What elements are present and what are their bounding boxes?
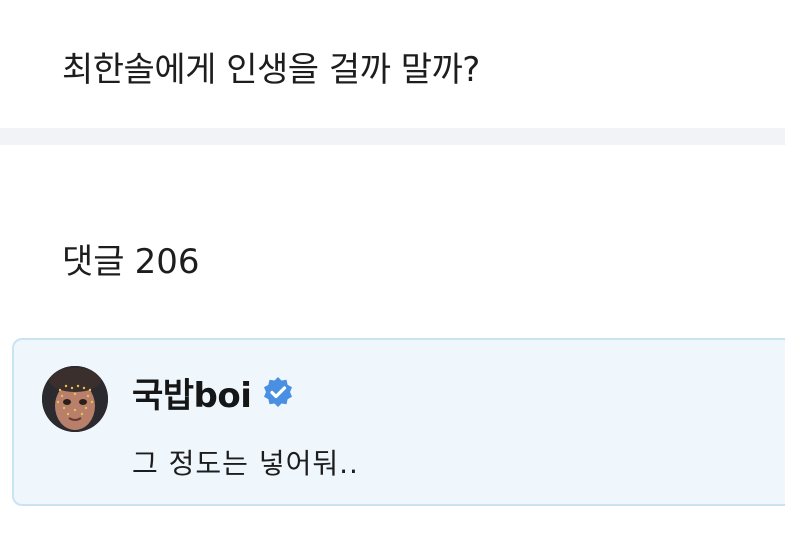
verified-badge-icon: [261, 375, 295, 409]
comment-author-row: 국밥boi: [132, 368, 295, 417]
comment-author[interactable]: 국밥boi: [132, 368, 252, 417]
comment-item[interactable]: 국밥boi 그 정도는 넣어둬..: [12, 338, 785, 506]
comments-header: 댓글 206: [62, 238, 199, 286]
section-divider: [0, 128, 785, 145]
avatar[interactable]: [42, 366, 108, 432]
post-title: 최한솔에게 인생을 걸까 말까?: [62, 50, 480, 90]
comments-label: 댓글: [62, 242, 125, 282]
comments-count: 206: [134, 242, 200, 282]
avatar-image: [42, 366, 108, 432]
comment-text: 그 정도는 넣어둬..: [132, 447, 359, 480]
